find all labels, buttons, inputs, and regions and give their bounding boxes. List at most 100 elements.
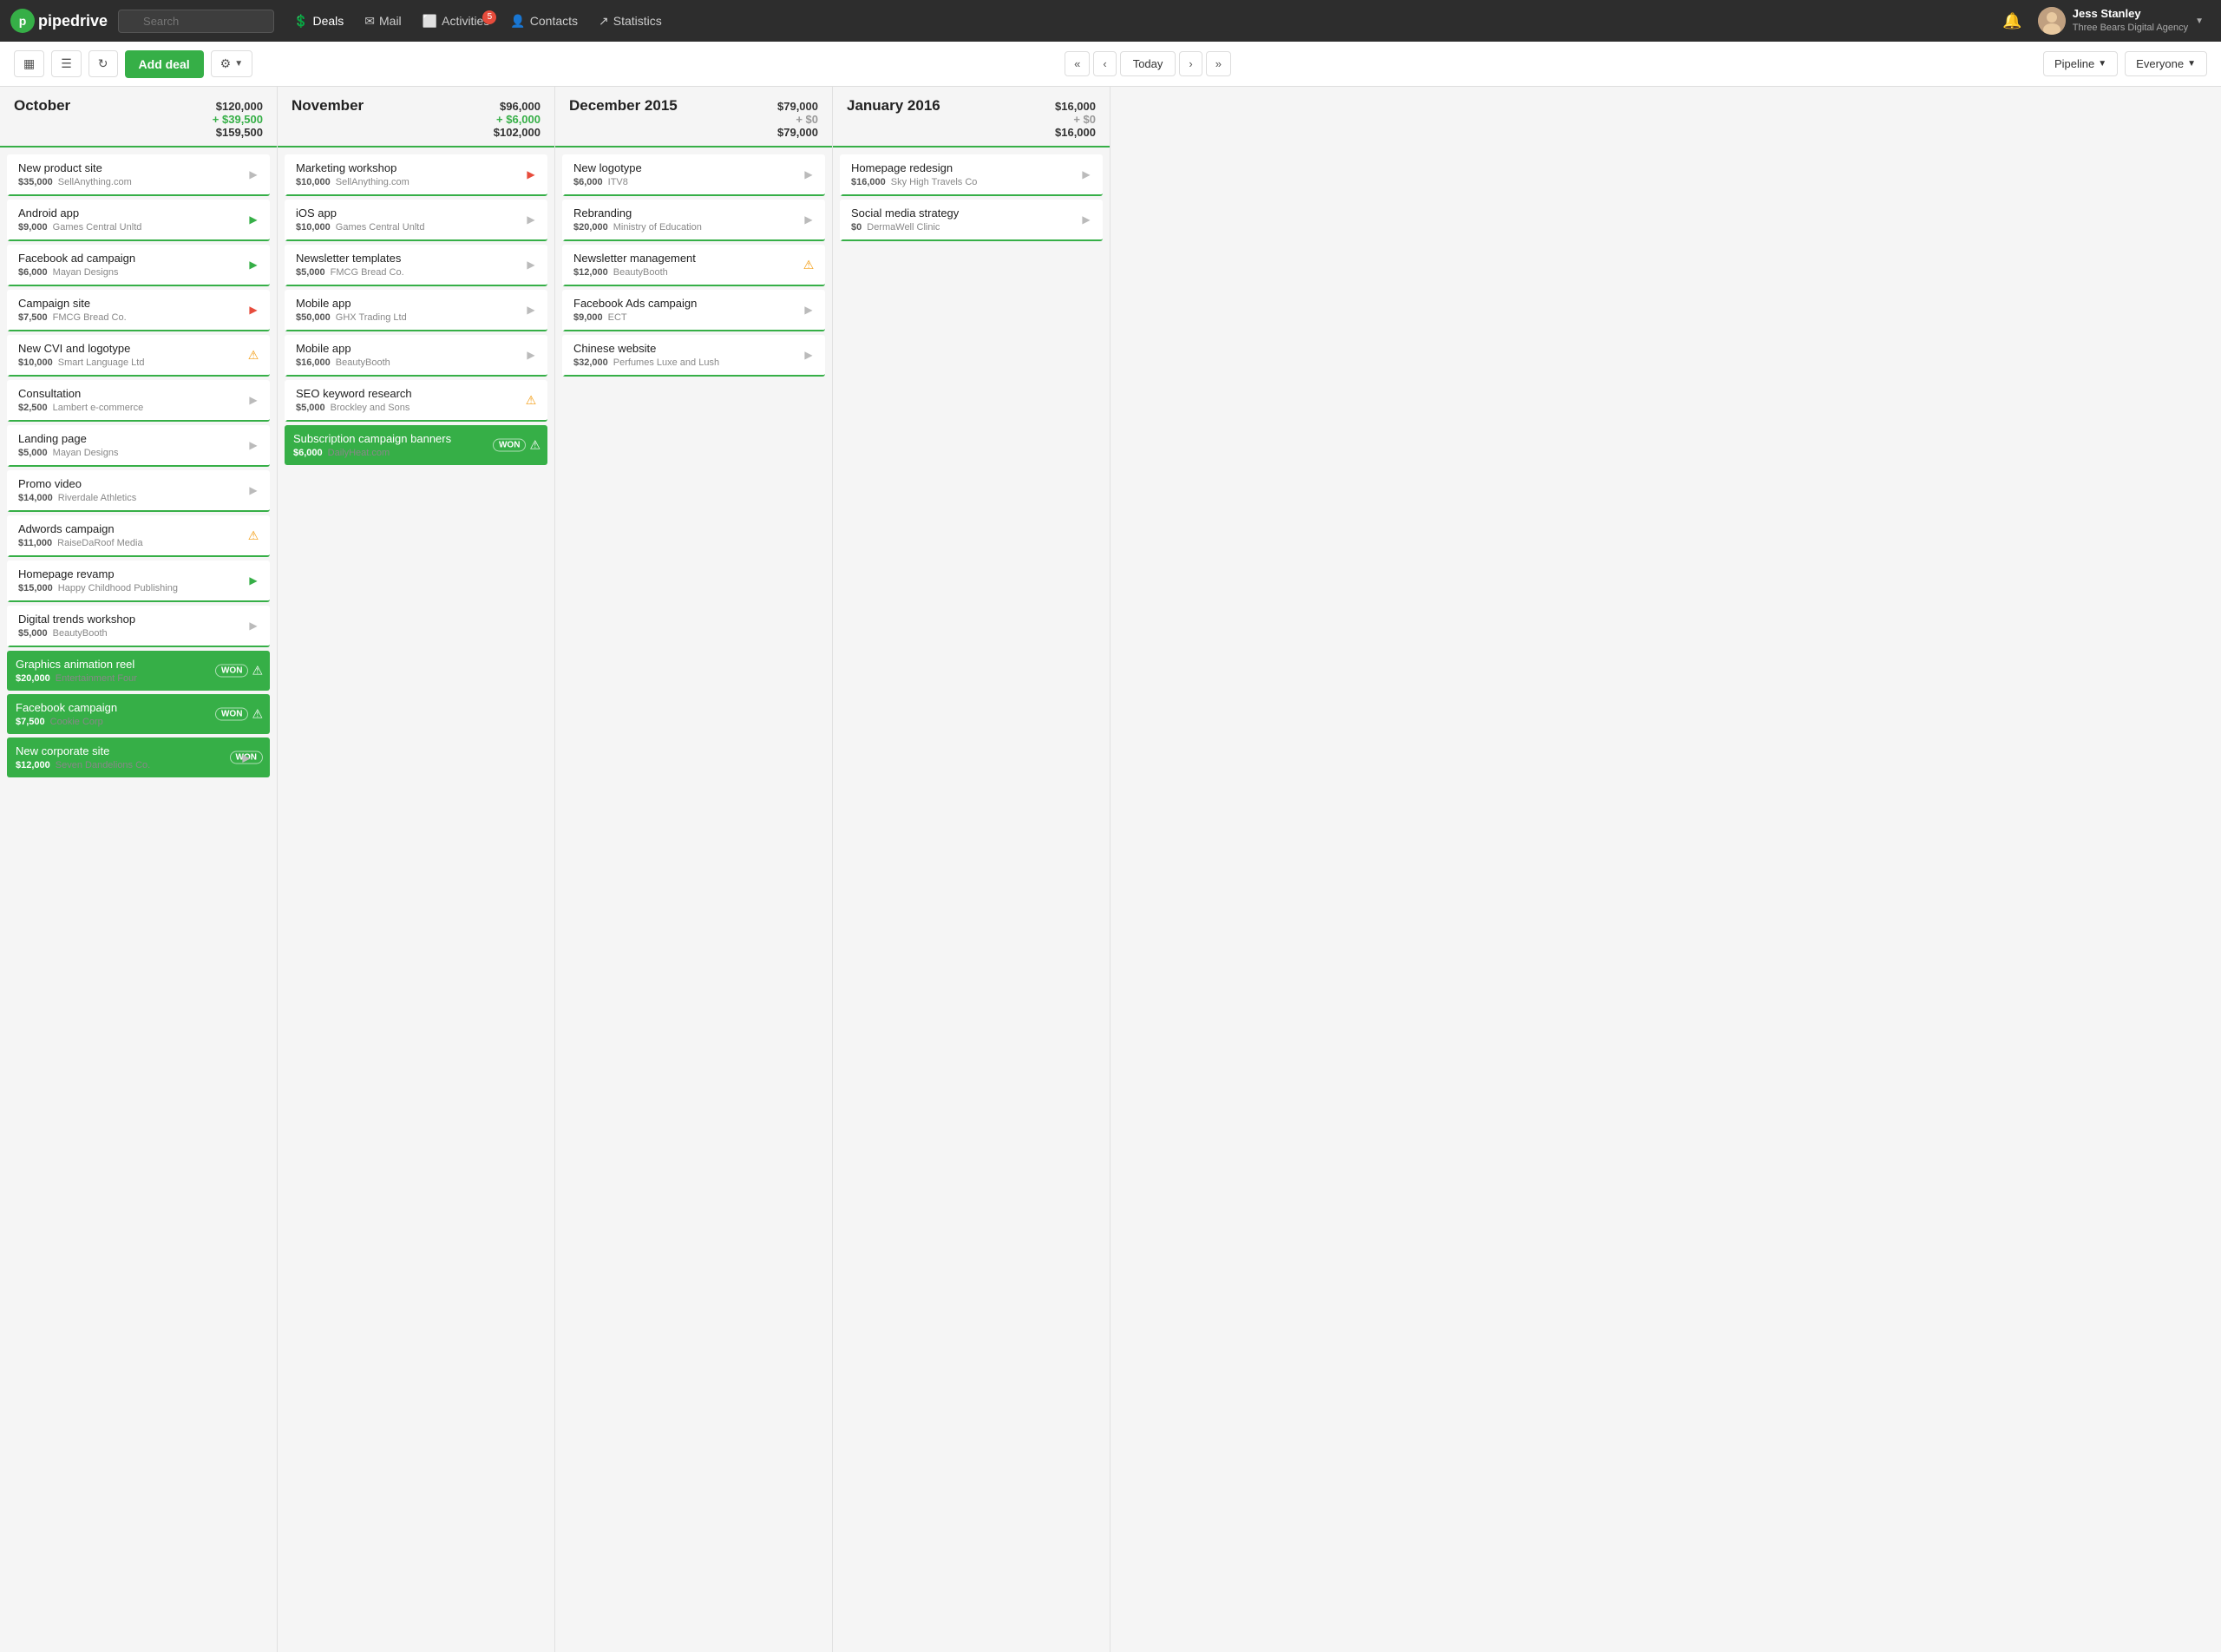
deal-meta: $14,000 Riverdale Athletics <box>18 493 261 503</box>
deal-card[interactable]: Graphics animation reel $20,000 Entertai… <box>7 651 270 691</box>
deal-company: Ministry of Education <box>613 222 702 233</box>
deal-card[interactable]: New corporate site $12,000 Seven Dandeli… <box>7 738 270 777</box>
activity-icon[interactable]: ▶ <box>244 616 263 635</box>
deal-card[interactable]: Homepage redesign $16,000 Sky High Trave… <box>840 154 1103 196</box>
last-page-button[interactable]: » <box>1206 51 1231 76</box>
refresh-button[interactable]: ↻ <box>88 50 118 77</box>
nav-mail-label: Mail <box>379 14 402 28</box>
deal-amount: $5,000 <box>18 628 48 639</box>
activity-icon[interactable]: ▶ <box>244 481 263 500</box>
everyone-label: Everyone <box>2136 57 2184 70</box>
deal-card[interactable]: Facebook Ads campaign $9,000 ECT ▶ <box>562 290 825 331</box>
settings-icon: ⚙ <box>220 56 232 71</box>
warn-icon: ⚠ <box>252 707 263 722</box>
deal-card[interactable]: Homepage revamp $15,000 Happy Childhood … <box>7 560 270 602</box>
deal-amount: $2,500 <box>18 403 48 413</box>
deal-company: DailyHeat.com <box>328 448 390 458</box>
activity-icon[interactable]: ▶ <box>799 345 818 364</box>
activity-icon[interactable]: ▶ <box>244 210 263 229</box>
activity-icon[interactable]: ▶ <box>244 165 263 184</box>
deal-card[interactable]: Marketing workshop $10,000 SellAnything.… <box>285 154 547 196</box>
search-input[interactable] <box>118 10 274 33</box>
deal-card[interactable]: iOS app $10,000 Games Central Unltd ▶ <box>285 200 547 241</box>
kanban-view-button[interactable]: ▦ <box>14 50 44 77</box>
deal-card[interactable]: Mobile app $16,000 BeautyBooth ▶ <box>285 335 547 377</box>
deal-amount: $32,000 <box>573 357 608 368</box>
activity-icon[interactable]: ▶ <box>521 255 541 274</box>
activity-icon[interactable]: ▶ <box>1077 210 1096 229</box>
deal-company: BeautyBooth <box>336 357 390 368</box>
deal-card[interactable]: Chinese website $32,000 Perfumes Luxe an… <box>562 335 825 377</box>
deal-card[interactable]: SEO keyword research $5,000 Brockley and… <box>285 380 547 422</box>
activity-icon[interactable]: ▶ <box>1077 165 1096 184</box>
settings-button[interactable]: ⚙ ▼ <box>211 50 252 77</box>
activity-icon[interactable]: ▶ <box>521 165 541 184</box>
deal-card[interactable]: New product site $35,000 SellAnything.co… <box>7 154 270 196</box>
deal-amount: $20,000 <box>16 673 50 684</box>
first-page-button[interactable]: « <box>1065 51 1090 76</box>
list-view-button[interactable]: ☰ <box>51 50 82 77</box>
deal-title: Social media strategy <box>851 206 1094 220</box>
deal-company: SellAnything.com <box>336 177 409 187</box>
deal-company: Happy Childhood Publishing <box>58 583 178 593</box>
pipeline-chevron: ▼ <box>2098 59 2106 69</box>
activities-badge: 5 <box>482 10 496 24</box>
add-deal-button[interactable]: Add deal <box>125 50 204 78</box>
deal-card[interactable]: Rebranding $20,000 Ministry of Education… <box>562 200 825 241</box>
nav-activities[interactable]: ⬜ Activities 5 <box>414 9 499 34</box>
deal-card[interactable]: Android app $9,000 Games Central Unltd ▶ <box>7 200 270 241</box>
pipeline-dropdown[interactable]: Pipeline ▼ <box>2043 51 2118 76</box>
activity-icon[interactable]: ▶ <box>244 571 263 590</box>
deal-card[interactable]: Subscription campaign banners $6,000 Dai… <box>285 425 547 465</box>
notifications-bell[interactable]: 🔔 <box>1997 7 2027 36</box>
nav-deals[interactable]: 💲 Deals <box>285 9 352 34</box>
deal-company: Games Central Unltd <box>336 222 425 233</box>
logo[interactable]: p pipedrive <box>10 9 108 33</box>
today-button[interactable]: Today <box>1120 51 1176 76</box>
deal-card[interactable]: Adwords campaign $11,000 RaiseDaRoof Med… <box>7 515 270 557</box>
deal-action-icon[interactable]: ▶ <box>237 748 256 767</box>
deal-card[interactable]: Campaign site $7,500 FMCG Bread Co. ▶ <box>7 290 270 331</box>
deal-card[interactable]: Newsletter templates $5,000 FMCG Bread C… <box>285 245 547 286</box>
activity-icon[interactable]: ▶ <box>244 255 263 274</box>
activity-icon[interactable]: ▶ <box>244 300 263 319</box>
deal-card[interactable]: Consultation $2,500 Lambert e-commerce ▶ <box>7 380 270 422</box>
column-body-december: New logotype $6,000 ITV8 ▶ Rebranding $2… <box>555 148 832 1652</box>
deal-meta: $35,000 SellAnything.com <box>18 177 261 187</box>
user-info: Jess Stanley Three Bears Digital Agency <box>2073 7 2188 34</box>
deal-badges: WON ▶ <box>230 751 263 764</box>
deal-amount: $7,500 <box>16 717 45 727</box>
deal-company: FMCG Bread Co. <box>331 267 404 278</box>
deal-card[interactable]: Promo video $14,000 Riverdale Athletics … <box>7 470 270 512</box>
deal-card[interactable]: Mobile app $50,000 GHX Trading Ltd ▶ <box>285 290 547 331</box>
deal-card[interactable]: Digital trends workshop $5,000 BeautyBoo… <box>7 606 270 647</box>
nav-mail[interactable]: ✉ Mail <box>356 9 409 34</box>
col-subtotal-october: $159,500 <box>213 126 263 139</box>
deal-card[interactable]: Newsletter management $12,000 BeautyBoot… <box>562 245 825 286</box>
deal-title: Chinese website <box>573 342 816 355</box>
deal-card[interactable]: New CVI and logotype $10,000 Smart Langu… <box>7 335 270 377</box>
prev-button[interactable]: ‹ <box>1093 51 1116 76</box>
column-header-january: January 2016 $16,000 + $0 $16,000 <box>833 87 1110 148</box>
nav-contacts[interactable]: 👤 Contacts <box>501 9 586 34</box>
deal-card[interactable]: New logotype $6,000 ITV8 ▶ <box>562 154 825 196</box>
deal-amount: $35,000 <box>18 177 53 187</box>
activity-icon[interactable]: ▶ <box>244 436 263 455</box>
user-menu[interactable]: Jess Stanley Three Bears Digital Agency … <box>2031 3 2211 38</box>
deal-card[interactable]: Social media strategy $0 DermaWell Clini… <box>840 200 1103 241</box>
next-button[interactable]: › <box>1179 51 1202 76</box>
deal-meta: $5,000 Mayan Designs <box>18 448 261 458</box>
activity-icon[interactable]: ▶ <box>799 165 818 184</box>
deal-card[interactable]: Landing page $5,000 Mayan Designs ▶ <box>7 425 270 467</box>
col-total-november: $96,000 <box>494 100 541 113</box>
activity-icon[interactable]: ▶ <box>799 300 818 319</box>
activity-icon[interactable]: ▶ <box>244 390 263 410</box>
activity-icon[interactable]: ▶ <box>521 345 541 364</box>
nav-statistics[interactable]: ↗ Statistics <box>590 9 671 34</box>
deal-card[interactable]: Facebook campaign $7,500 Cookie Corp WON… <box>7 694 270 734</box>
everyone-dropdown[interactable]: Everyone ▼ <box>2125 51 2207 76</box>
deal-card[interactable]: Facebook ad campaign $6,000 Mayan Design… <box>7 245 270 286</box>
activity-icon[interactable]: ▶ <box>799 210 818 229</box>
activity-icon[interactable]: ▶ <box>521 300 541 319</box>
activity-icon[interactable]: ▶ <box>521 210 541 229</box>
